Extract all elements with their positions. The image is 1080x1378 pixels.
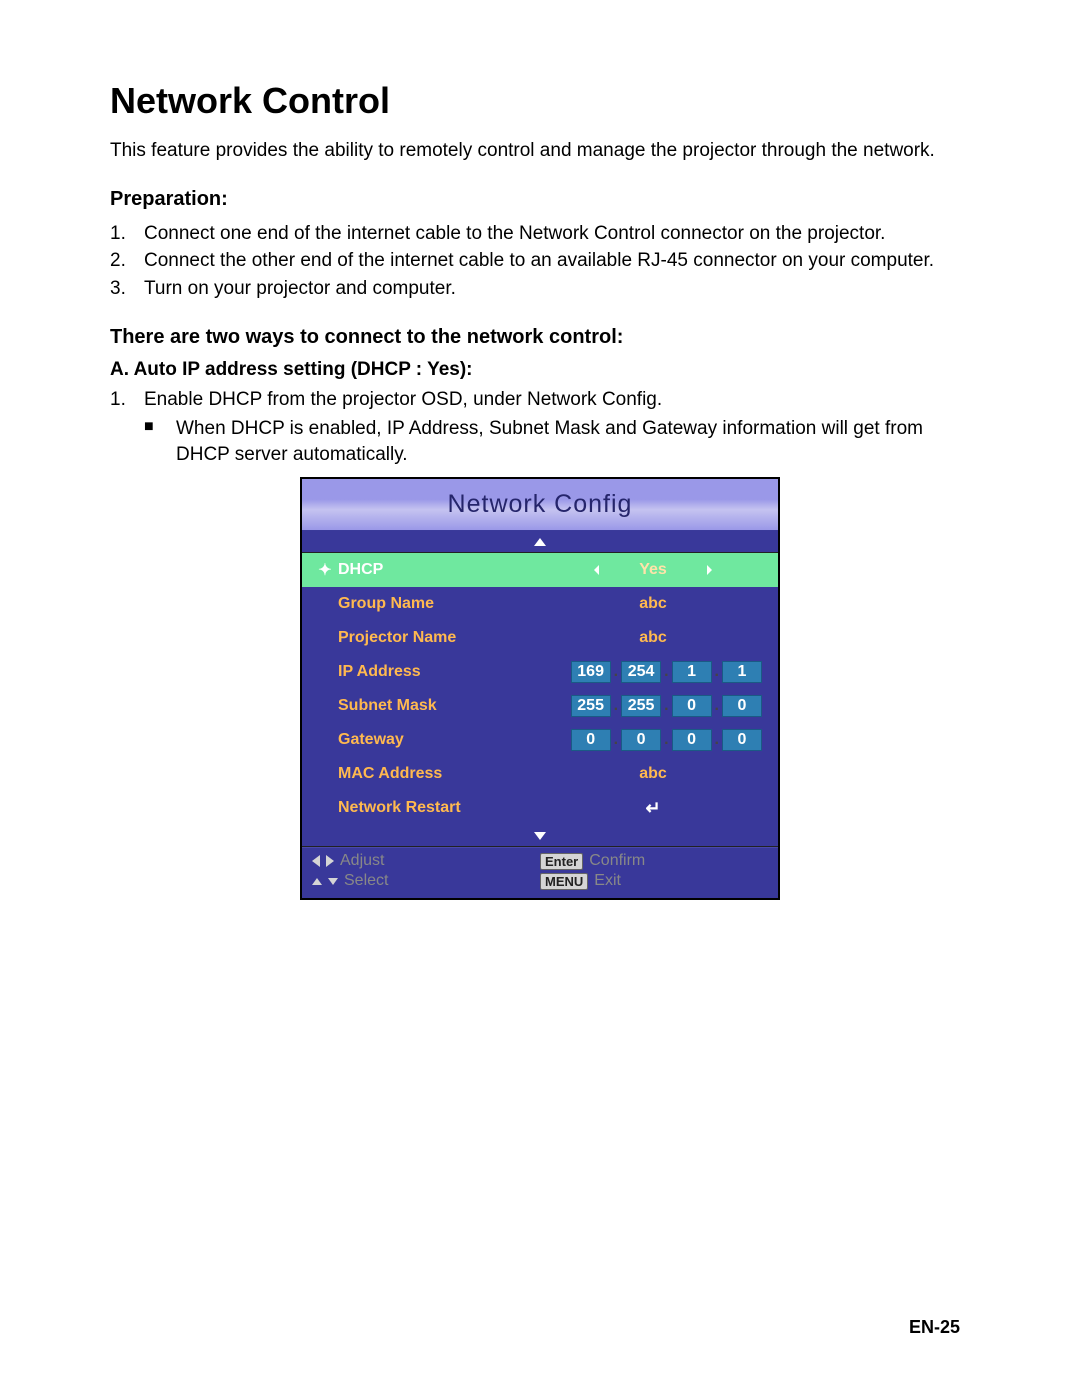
chevron-left-icon [312,855,320,867]
ip-octet: 169 [571,661,611,683]
ip-octet: 255 [571,695,611,717]
chevron-up-icon [312,878,322,885]
chevron-right-icon[interactable] [707,565,712,575]
page-title: Network Control [110,80,970,122]
preparation-list: 1.Connect one end of the internet cable … [110,221,970,302]
ip-octet: 0 [722,695,762,717]
osd-menu: Network Config ✦ DHCP Yes Group Name abc… [300,477,780,900]
osd-value: abc [538,629,768,647]
way-a-heading: A. Auto IP address setting (DHCP : Yes): [110,359,970,381]
osd-row-subnet-mask[interactable]: Subnet Mask 255. 255. 0. 0 [302,689,778,723]
osd-label: Gateway [338,731,538,749]
enter-icon: ↵ [645,798,660,818]
chevron-down-icon [328,878,338,885]
list-item: 1.Connect one end of the internet cable … [110,221,970,247]
osd-footer: Adjust Enter Confirm Select MENU Exit [302,847,778,898]
osd-label: Projector Name [338,629,538,647]
osd-hint-confirm: Enter Confirm [540,852,768,870]
osd-title-bar: Network Config [302,479,778,531]
way-a-list: 1.Enable DHCP from the projector OSD, un… [110,387,970,413]
chevron-right-icon [326,855,334,867]
osd-label: Network Restart [338,799,538,817]
osd-row-mac-address[interactable]: MAC Address abc [302,757,778,791]
ways-heading: There are two ways to connect to the net… [110,326,970,349]
list-item: 3.Turn on your projector and computer. [110,276,970,302]
osd-scroll-down-row [302,825,778,847]
ip-octet: 254 [621,661,661,683]
osd-label: MAC Address [338,765,538,783]
list-item: 2.Connect the other end of the internet … [110,248,970,274]
osd-row-ip-address[interactable]: IP Address 169. 254. 1. 1 [302,655,778,689]
ip-octet: 1 [672,661,712,683]
osd-hint-exit: MENU Exit [540,872,768,890]
list-item: ■When DHCP is enabled, IP Address, Subne… [144,416,970,467]
ip-octet: 0 [621,729,661,751]
osd-value: abc [538,765,768,783]
ip-octet: 0 [722,729,762,751]
page-number: EN-25 [909,1317,960,1338]
osd-value: abc [538,595,768,613]
osd-hint-select: Select [312,872,540,890]
ip-octet: 0 [672,695,712,717]
osd-row-projector-name[interactable]: Projector Name abc [302,621,778,655]
osd-row-group-name[interactable]: Group Name abc [302,587,778,621]
osd-value: Yes [639,561,667,579]
chevron-down-icon [534,832,546,840]
ip-octet: 255 [621,695,661,717]
ip-octet: 0 [571,729,611,751]
menu-key-badge: MENU [540,873,588,890]
osd-row-gateway[interactable]: Gateway 0. 0. 0. 0 [302,723,778,757]
osd-hint-adjust: Adjust [312,852,540,870]
osd-label: IP Address [338,663,538,681]
preparation-heading: Preparation: [110,188,970,211]
osd-label: DHCP [338,561,538,579]
osd-row-dhcp[interactable]: ✦ DHCP Yes [302,553,778,587]
list-item: 1.Enable DHCP from the projector OSD, un… [110,387,970,413]
way-a-sublist: ■When DHCP is enabled, IP Address, Subne… [110,416,970,467]
ip-octet: 0 [672,729,712,751]
sparkle-icon: ✦ [312,560,338,580]
osd-label: Subnet Mask [338,697,538,715]
osd-row-network-restart[interactable]: Network Restart ↵ [302,791,778,825]
intro-text: This feature provides the ability to rem… [110,138,970,164]
osd-title: Network Config [448,490,633,519]
ip-octet: 1 [722,661,762,683]
chevron-left-icon[interactable] [594,565,599,575]
enter-key-badge: Enter [540,853,583,870]
chevron-up-icon [534,538,546,546]
osd-scroll-up-row [302,531,778,553]
osd-label: Group Name [338,595,538,613]
